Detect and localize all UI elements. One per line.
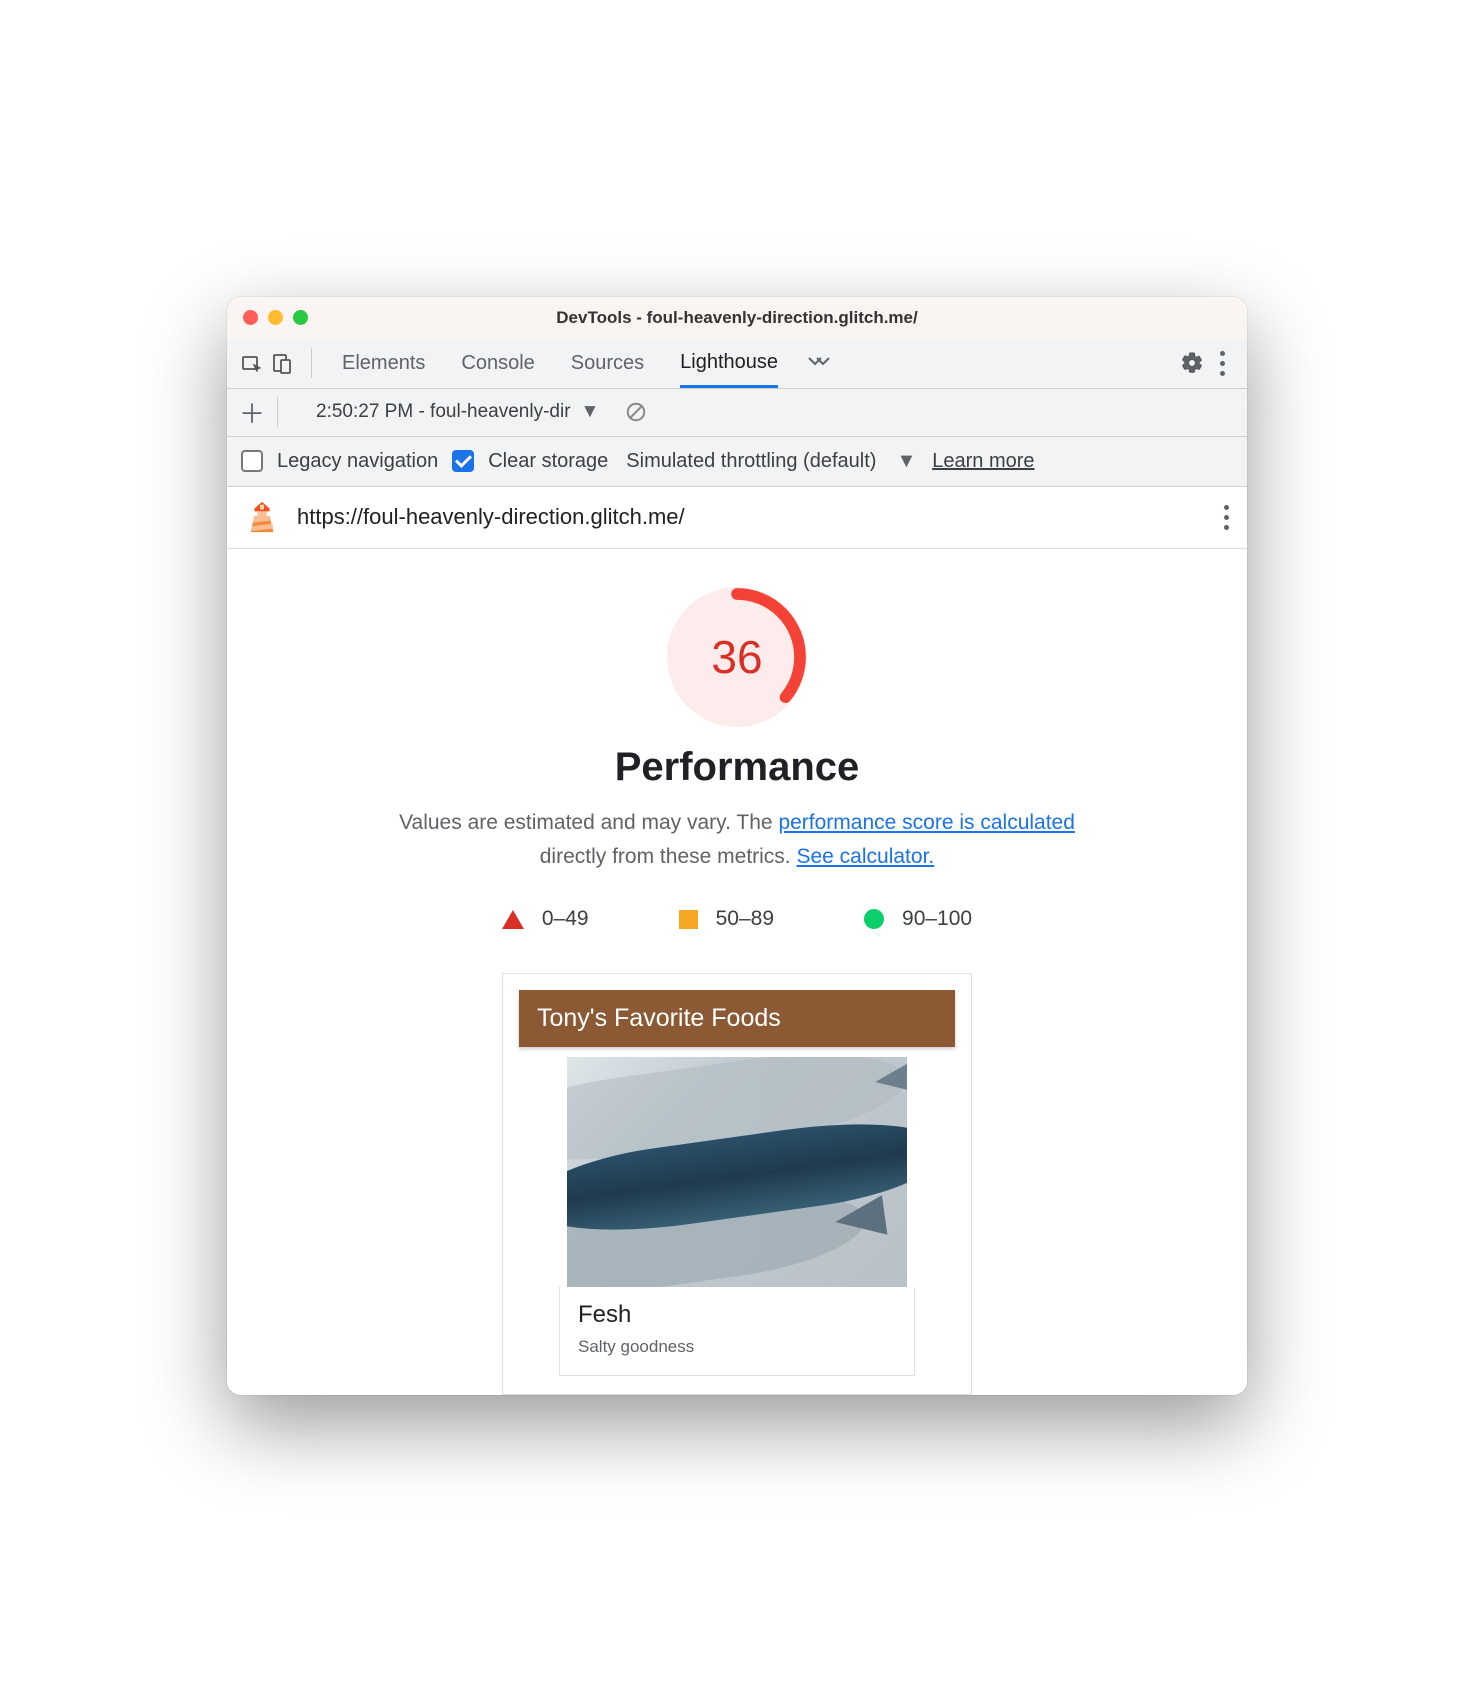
report-dropdown-label: 2:50:27 PM - foul-heavenly-dir: [316, 401, 571, 423]
chevron-down-icon: ▼: [581, 401, 600, 423]
clear-icon[interactable]: [621, 397, 651, 427]
lighthouse-toolbar: ＋ 2:50:27 PM - foul-heavenly-dir ▼: [227, 389, 1247, 437]
see-calculator-link[interactable]: See calculator.: [796, 845, 934, 868]
legend-good: 90–100: [864, 907, 972, 931]
tab-elements[interactable]: Elements: [342, 339, 425, 388]
kebab-menu-icon[interactable]: [1207, 348, 1237, 378]
preview-image: [567, 1057, 907, 1287]
tab-console[interactable]: Console: [461, 339, 534, 388]
tab-sources[interactable]: Sources: [571, 339, 644, 388]
traffic-lights[interactable]: [243, 310, 308, 325]
throttling-label: Simulated throttling (default): [626, 450, 876, 473]
separator: [311, 348, 312, 378]
legend-mid-label: 50–89: [716, 907, 774, 931]
performance-description: Values are estimated and may vary. The p…: [367, 806, 1107, 873]
lighthouse-icon: [245, 500, 279, 534]
triangle-icon: [502, 910, 524, 929]
category-title: Performance: [227, 745, 1247, 790]
devtools-window: DevTools - foul-heavenly-direction.glitc…: [227, 297, 1247, 1395]
page-preview: Tony's Favorite Foods Fesh Salty goodnes…: [502, 973, 972, 1395]
window-titlebar: DevTools - foul-heavenly-direction.glitc…: [227, 297, 1247, 339]
tab-lighthouse[interactable]: Lighthouse: [680, 339, 778, 388]
zoom-icon[interactable]: [293, 310, 308, 325]
report-dropdown[interactable]: 2:50:27 PM - foul-heavenly-dir ▼: [316, 401, 599, 423]
preview-item-subtitle: Salty goodness: [578, 1337, 896, 1357]
legend-bad: 0–49: [502, 907, 589, 931]
legend-bad-label: 0–49: [542, 907, 589, 931]
devtools-tabbar: Elements Console Sources Lighthouse: [227, 339, 1247, 389]
legend-mid: 50–89: [679, 907, 774, 931]
report-header: https://foul-heavenly-direction.glitch.m…: [227, 487, 1247, 549]
chevron-down-icon[interactable]: ▼: [896, 450, 916, 473]
preview-header: Tony's Favorite Foods: [519, 990, 955, 1047]
legacy-nav-checkbox[interactable]: [241, 450, 263, 472]
legend-good-label: 90–100: [902, 907, 972, 931]
panel-tabs: Elements Console Sources Lighthouse: [342, 339, 778, 388]
learn-more-link[interactable]: Learn more: [932, 450, 1034, 473]
legacy-nav-label: Legacy navigation: [277, 450, 438, 473]
clear-storage-checkbox[interactable]: [452, 450, 474, 472]
score-calc-link[interactable]: performance score is calculated: [778, 811, 1074, 834]
score-legend: 0–49 50–89 90–100: [227, 907, 1247, 931]
lighthouse-report: 36 Performance Values are estimated and …: [227, 549, 1247, 1395]
window-title: DevTools - foul-heavenly-direction.glitc…: [227, 308, 1247, 328]
circle-icon: [864, 909, 884, 929]
report-menu-icon[interactable]: [1224, 505, 1229, 530]
lighthouse-settings: Legacy navigation Clear storage Simulate…: [227, 437, 1247, 487]
inspect-icon[interactable]: [237, 348, 267, 378]
desc-text: Values are estimated and may vary. The: [399, 811, 778, 834]
report-url: https://foul-heavenly-direction.glitch.m…: [297, 504, 1224, 530]
new-report-button[interactable]: ＋: [237, 394, 267, 431]
gear-icon[interactable]: [1177, 348, 1207, 378]
clear-storage-label: Clear storage: [488, 450, 608, 473]
gauge-score: 36: [667, 587, 807, 727]
more-tabs-icon[interactable]: [808, 352, 830, 375]
minimize-icon[interactable]: [268, 310, 283, 325]
device-toggle-icon[interactable]: [267, 348, 297, 378]
preview-item: Fesh Salty goodness: [559, 1287, 915, 1376]
performance-gauge: 36: [667, 587, 807, 727]
close-icon[interactable]: [243, 310, 258, 325]
preview-item-title: Fesh: [578, 1301, 896, 1329]
separator: [277, 397, 278, 427]
square-icon: [679, 910, 698, 929]
desc-text: directly from these metrics.: [540, 845, 797, 868]
